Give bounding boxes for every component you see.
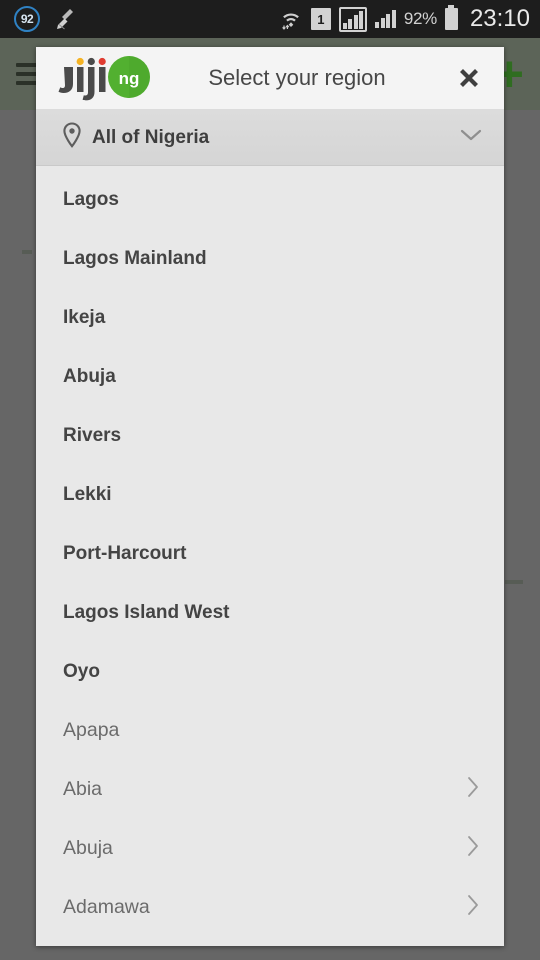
- chevron-right-icon[interactable]: [467, 835, 480, 862]
- region-list-item-abuja[interactable]: Abuja: [36, 347, 504, 406]
- region-item-label: Abuja: [63, 365, 116, 387]
- current-region-row[interactable]: All of Nigeria: [36, 110, 504, 166]
- region-item-label: Rivers: [63, 424, 122, 446]
- current-region-label: All of Nigeria: [92, 126, 210, 148]
- jiji-ng-logo[interactable]: ng: [58, 55, 162, 101]
- svg-text:ng: ng: [119, 69, 140, 88]
- broom-icon: [54, 7, 78, 31]
- region-list-item-adamawa[interactable]: Adamawa: [36, 878, 504, 937]
- chevron-down-icon[interactable]: [460, 128, 482, 147]
- region-list-item-apapa[interactable]: Apapa: [36, 701, 504, 760]
- status-bar-right: 1 92% 23:10: [279, 5, 530, 33]
- region-list-item-port-harcourt[interactable]: Port-Harcourt: [36, 524, 504, 583]
- region-list-item-oyo[interactable]: Oyo: [36, 642, 504, 701]
- region-item-label: Apapa: [63, 719, 120, 741]
- chevron-right-icon[interactable]: [467, 776, 480, 803]
- region-list-item-lagos-island-west[interactable]: Lagos Island West: [36, 583, 504, 642]
- phone-screen: 92 1 92% 23:10 + ng Select your region A…: [0, 0, 540, 960]
- status-bar: 92 1 92% 23:10: [0, 0, 540, 38]
- region-item-label: Lagos: [63, 188, 119, 210]
- sim-indicator-icon: 1: [310, 8, 331, 30]
- region-item-label: Lekki: [63, 483, 112, 505]
- region-list[interactable]: Lagos Lagos Mainland Ikeja Abuja Rivers: [36, 166, 504, 946]
- wifi-icon: [279, 7, 303, 31]
- region-item-label: Abia: [63, 778, 103, 800]
- region-list-item-lagos[interactable]: Lagos: [36, 170, 504, 229]
- region-select-dialog: ng Select your region All of Nigeria Lag…: [36, 47, 504, 946]
- region-item-label: Abuja: [63, 837, 113, 859]
- cleaner-badge-icon: 92: [14, 6, 40, 32]
- dialog-header: ng Select your region: [36, 47, 504, 110]
- region-item-label: Oyo: [63, 660, 100, 682]
- battery-full-icon: [444, 5, 458, 30]
- region-list-item-abuja[interactable]: Abuja: [36, 819, 504, 878]
- region-list-item-lekki[interactable]: Lekki: [36, 465, 504, 524]
- region-item-label: Port-Harcourt: [63, 542, 187, 564]
- status-bar-clock: 23:10: [469, 5, 530, 32]
- signal-bars-icon: [375, 10, 396, 28]
- region-item-label: Ikeja: [63, 306, 106, 328]
- region-item-label: Adamawa: [63, 896, 150, 918]
- region-list-item-ikeja[interactable]: Ikeja: [36, 288, 504, 347]
- background-artifact: [22, 250, 32, 254]
- dialog-title: Select your region: [208, 65, 386, 90]
- signal-bars-boxed-icon: [338, 6, 368, 32]
- background-artifact: [505, 580, 523, 584]
- location-pin-icon: [62, 122, 82, 153]
- status-bar-left: 92: [14, 6, 279, 32]
- chevron-right-icon[interactable]: [467, 894, 480, 921]
- battery-percent-label: 92%: [403, 9, 437, 28]
- region-item-label: Lagos Mainland: [63, 247, 207, 269]
- region-list-item-rivers[interactable]: Rivers: [36, 406, 504, 465]
- region-item-label: Lagos Island West: [63, 601, 230, 623]
- close-icon[interactable]: [452, 61, 486, 95]
- region-list-item-abia[interactable]: Abia: [36, 760, 504, 819]
- region-list-item-lagos-mainland[interactable]: Lagos Mainland: [36, 229, 504, 288]
